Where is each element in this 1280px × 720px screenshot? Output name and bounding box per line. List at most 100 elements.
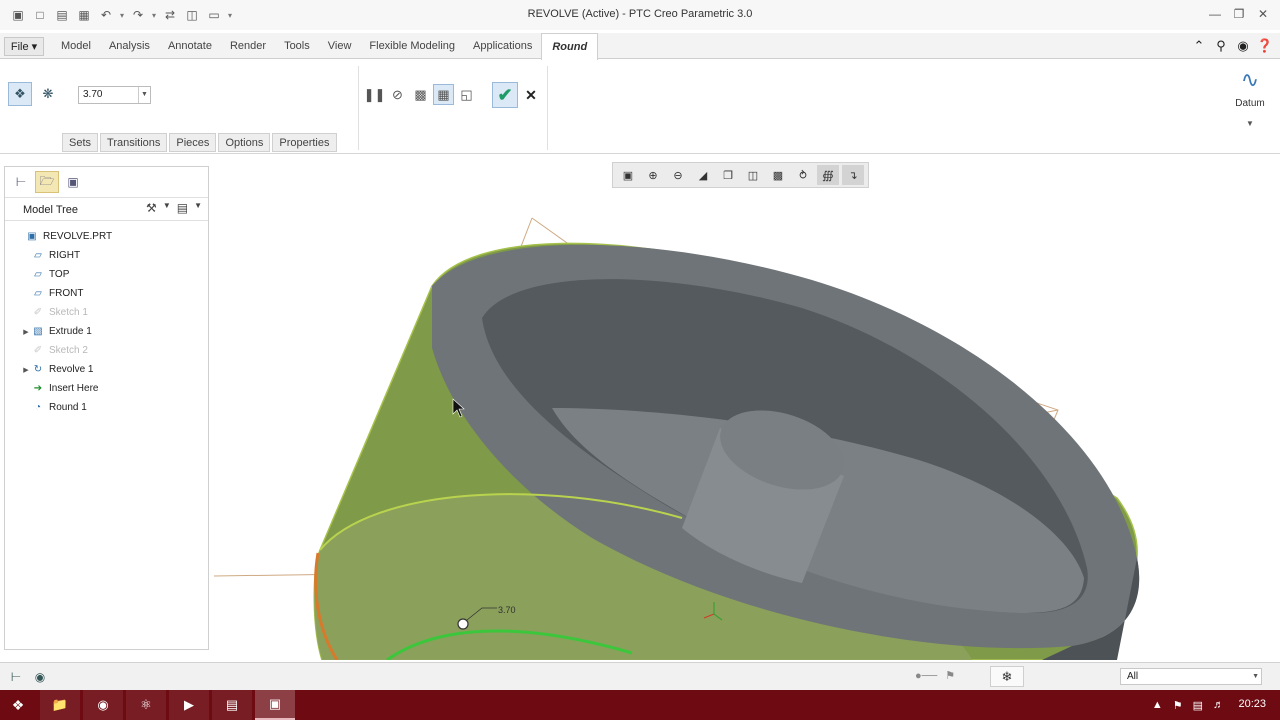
tree-item[interactable]: ➔ Insert Here	[5, 379, 208, 398]
tree-item[interactable]: ▱ TOP	[5, 265, 208, 284]
chevron-down-icon[interactable]: ▼	[1252, 669, 1259, 684]
save-icon[interactable]: ▦	[74, 5, 94, 25]
transitions-panel-tab[interactable]: Transitions	[100, 133, 168, 152]
zoom-out-icon[interactable]: ⊖	[667, 165, 689, 185]
graphics-window[interactable]: 3.70 ▣ ⊕ ⊖ ◢ ❐ ◫ ▩ ⥁ ∰ ↴	[212, 158, 1280, 660]
file-menu-button[interactable]: File ▾	[4, 37, 44, 56]
spin-center-icon[interactable]: ↴	[842, 165, 864, 185]
attached-preview-icon[interactable]: ▩	[410, 84, 431, 105]
word-icon[interactable]: ▤	[212, 690, 252, 720]
radius-drag-handle[interactable]	[457, 618, 469, 630]
folder-browser-tab-icon[interactable]: 🗁	[35, 171, 59, 193]
tab-applications[interactable]: Applications	[464, 33, 541, 59]
chevron-down-icon[interactable]: ▼	[1230, 119, 1270, 128]
saved-orientations-icon[interactable]: ❐	[717, 165, 739, 185]
chevron-down-icon[interactable]: ▼	[194, 201, 202, 215]
tree-tab-icon[interactable]: ⊢	[9, 171, 33, 193]
tab-model[interactable]: Model	[52, 33, 100, 59]
tab-round[interactable]: Round	[541, 33, 599, 60]
sets-panel-tab[interactable]: Sets	[62, 133, 99, 152]
help-icon[interactable]: ❓	[1256, 37, 1274, 55]
properties-panel-tab[interactable]: Properties	[272, 133, 337, 152]
tree-item[interactable]: ▣ REVOLVE.PRT	[5, 227, 208, 246]
radius-dimension-label[interactable]: 3.70	[498, 605, 516, 615]
chevron-down-icon[interactable]: ▼	[138, 87, 150, 103]
redo-icon[interactable]: ↷	[128, 5, 148, 25]
chrome-icon[interactable]: ◉	[83, 690, 123, 720]
verify-preview-icon[interactable]: ◱	[456, 84, 477, 105]
creo-taskbar-icon[interactable]: ▣	[255, 690, 295, 720]
zoom-in-icon[interactable]: ⊕	[642, 165, 664, 185]
graphics-toolbar: ▣ ⊕ ⊖ ◢ ❐ ◫ ▩ ⥁ ∰ ↴	[612, 162, 869, 188]
expand-arrow-icon[interactable]: ▶	[21, 328, 31, 336]
tab-analysis[interactable]: Analysis	[100, 33, 159, 59]
minimize-icon[interactable]: —	[1206, 6, 1224, 22]
taskbar-clock[interactable]: 20:23	[1238, 698, 1266, 710]
view-manager-icon[interactable]: ◫	[742, 165, 764, 185]
file-explorer-icon[interactable]: 📁	[40, 690, 80, 720]
tree-item-label: Extrude 1	[49, 326, 92, 337]
new-file-icon[interactable]: □	[30, 5, 50, 25]
tab-annotate[interactable]: Annotate	[159, 33, 221, 59]
tree-item[interactable]: ▱ RIGHT	[5, 246, 208, 265]
undo-icon[interactable]: ↶	[96, 5, 116, 25]
redo-dropdown-icon[interactable]: ▾	[150, 11, 158, 20]
network-icon[interactable]: ▤	[1193, 699, 1203, 712]
windows-icon[interactable]: ◫	[182, 5, 202, 25]
find-icon[interactable]: ❄	[990, 666, 1024, 687]
volume-icon[interactable]: ♬	[1213, 699, 1224, 711]
app-icon[interactable]: ⚛	[126, 690, 166, 720]
3d-viewport[interactable]: 3.70	[212, 158, 1280, 660]
datum-display-icon[interactable]: ⥁	[792, 165, 814, 185]
refit-icon[interactable]: ▣	[617, 165, 639, 185]
open-folder-icon[interactable]: ▤	[52, 5, 72, 25]
favorites-tab-icon[interactable]: ▣	[61, 171, 85, 193]
show-icon[interactable]: ▤	[177, 201, 188, 215]
radius-input[interactable]: 3.70 ▼	[78, 86, 151, 104]
tab-tools[interactable]: Tools	[275, 33, 319, 59]
tree-item[interactable]: ▶ ↻ Revolve 1	[5, 360, 208, 379]
restore-icon[interactable]: ❐	[1230, 6, 1248, 22]
close-window-icon[interactable]: ▭	[204, 5, 224, 25]
pause-icon[interactable]: ❚❚	[364, 84, 386, 105]
tab-view[interactable]: View	[319, 33, 361, 59]
tree-item[interactable]: ✐ Sketch 2	[5, 341, 208, 360]
pieces-panel-tab[interactable]: Pieces	[169, 133, 217, 152]
tab-flexible-modeling[interactable]: Flexible Modeling	[360, 33, 464, 59]
expand-arrow-icon[interactable]: ▶	[21, 366, 31, 374]
tree-item[interactable]: ▱ FRONT	[5, 284, 208, 303]
datum-plane-icon: ▱	[34, 250, 42, 261]
no-preview-icon[interactable]: ⊘	[387, 84, 408, 105]
tree-item[interactable]: ▶ ▧ Extrude 1	[5, 322, 208, 341]
community-icon[interactable]: ◉	[1234, 37, 1252, 55]
action-center-icon[interactable]: ⚑	[1173, 699, 1183, 712]
tree-item[interactable]: ◔ Round 1	[5, 398, 208, 417]
search-icon[interactable]: ⚲	[1212, 37, 1230, 55]
regenerate-icon[interactable]: ⇄	[160, 5, 180, 25]
datum-group[interactable]: ∿ Datum ▼	[1230, 66, 1270, 128]
full-round-icon[interactable]: ❋	[36, 82, 60, 106]
options-panel-tab[interactable]: Options	[218, 133, 271, 152]
ok-checkmark-button[interactable]: ✔	[492, 82, 518, 108]
constant-round-icon[interactable]: ❖	[8, 82, 32, 106]
windows-start-icon[interactable]: ❖	[0, 690, 36, 720]
tray-expand-icon[interactable]: ▲	[1152, 699, 1163, 711]
selection-filter-select[interactable]: All ▼	[1120, 668, 1262, 685]
tree-settings-icon[interactable]: ⚒	[146, 201, 157, 215]
customize-toolbar-icon[interactable]: ▾	[226, 11, 234, 20]
show-browser-icon[interactable]: ◉	[30, 667, 50, 687]
app-icon[interactable]: ▣	[8, 5, 28, 25]
tab-render[interactable]: Render	[221, 33, 275, 59]
repaint-icon[interactable]: ◢	[692, 165, 714, 185]
chevron-down-icon[interactable]: ▼	[163, 201, 171, 215]
tree-item[interactable]: ✐ Sketch 1	[5, 303, 208, 322]
live-preview-icon[interactable]: ▦	[433, 84, 454, 105]
cancel-x-button[interactable]: ✕	[523, 87, 539, 103]
close-icon[interactable]: ✕	[1254, 6, 1272, 22]
undo-dropdown-icon[interactable]: ▾	[118, 11, 126, 20]
show-navigator-icon[interactable]: ⊢	[6, 667, 26, 687]
collapse-ribbon-icon[interactable]: ⌃	[1190, 37, 1208, 55]
annotation-display-icon[interactable]: ∰	[817, 165, 839, 185]
media-player-icon[interactable]: ▶	[169, 690, 209, 720]
display-style-icon[interactable]: ▩	[767, 165, 789, 185]
